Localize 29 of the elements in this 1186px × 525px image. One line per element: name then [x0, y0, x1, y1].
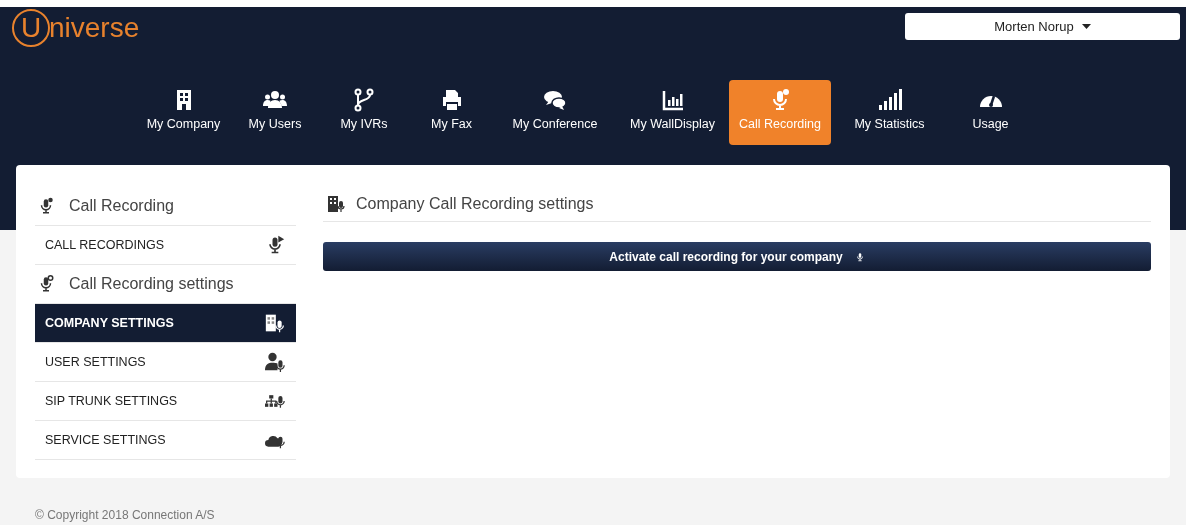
nav-tab[interactable]: My WallDisplay	[616, 80, 729, 145]
nav-tab[interactable]: My Users	[231, 80, 319, 145]
building-microphone-icon	[264, 313, 286, 333]
activate-button[interactable]: Activate call recording for your company	[323, 242, 1151, 271]
nav-tab[interactable]: Usage	[948, 80, 1033, 145]
nav-tab[interactable]: My Statistics	[831, 80, 948, 145]
sidebar-item[interactable]: COMPANY SETTINGS	[35, 304, 296, 343]
sidebar-item[interactable]: USER SETTINGS	[35, 343, 296, 382]
logo-text: niverse	[49, 14, 140, 42]
building-microphone-icon	[328, 195, 346, 213]
sidebar-item[interactable]: SERVICE SETTINGS	[35, 421, 296, 460]
user-microphone-icon	[264, 352, 286, 372]
nav-tab[interactable]: My Fax	[409, 80, 494, 145]
logo-letter: U	[12, 9, 50, 47]
section-title: Company Call Recording settings	[356, 194, 594, 214]
nav-tab[interactable]: My Company	[136, 80, 231, 145]
sidebar-heading: Call Recording	[69, 196, 174, 216]
nav-tab[interactable]: My Conference	[494, 80, 616, 145]
sidebar-heading: Call Recording settings	[69, 274, 234, 294]
chat-bubbles-icon	[543, 88, 567, 113]
nav-tab[interactable]: My IVRs	[319, 80, 409, 145]
sidebar-item[interactable]: SIP TRUNK SETTINGS	[35, 382, 296, 421]
caret-icon	[1081, 24, 1091, 29]
signal-bars-icon	[877, 88, 902, 113]
user-menu[interactable]: Morten Norup	[905, 13, 1180, 40]
copyright-text: © Copyright 2018 Connection A/S	[35, 507, 215, 524]
sidebar-item[interactable]: CALL RECORDINGS	[35, 226, 296, 265]
branch-icon	[352, 88, 376, 113]
bar-chart-icon	[660, 88, 685, 113]
